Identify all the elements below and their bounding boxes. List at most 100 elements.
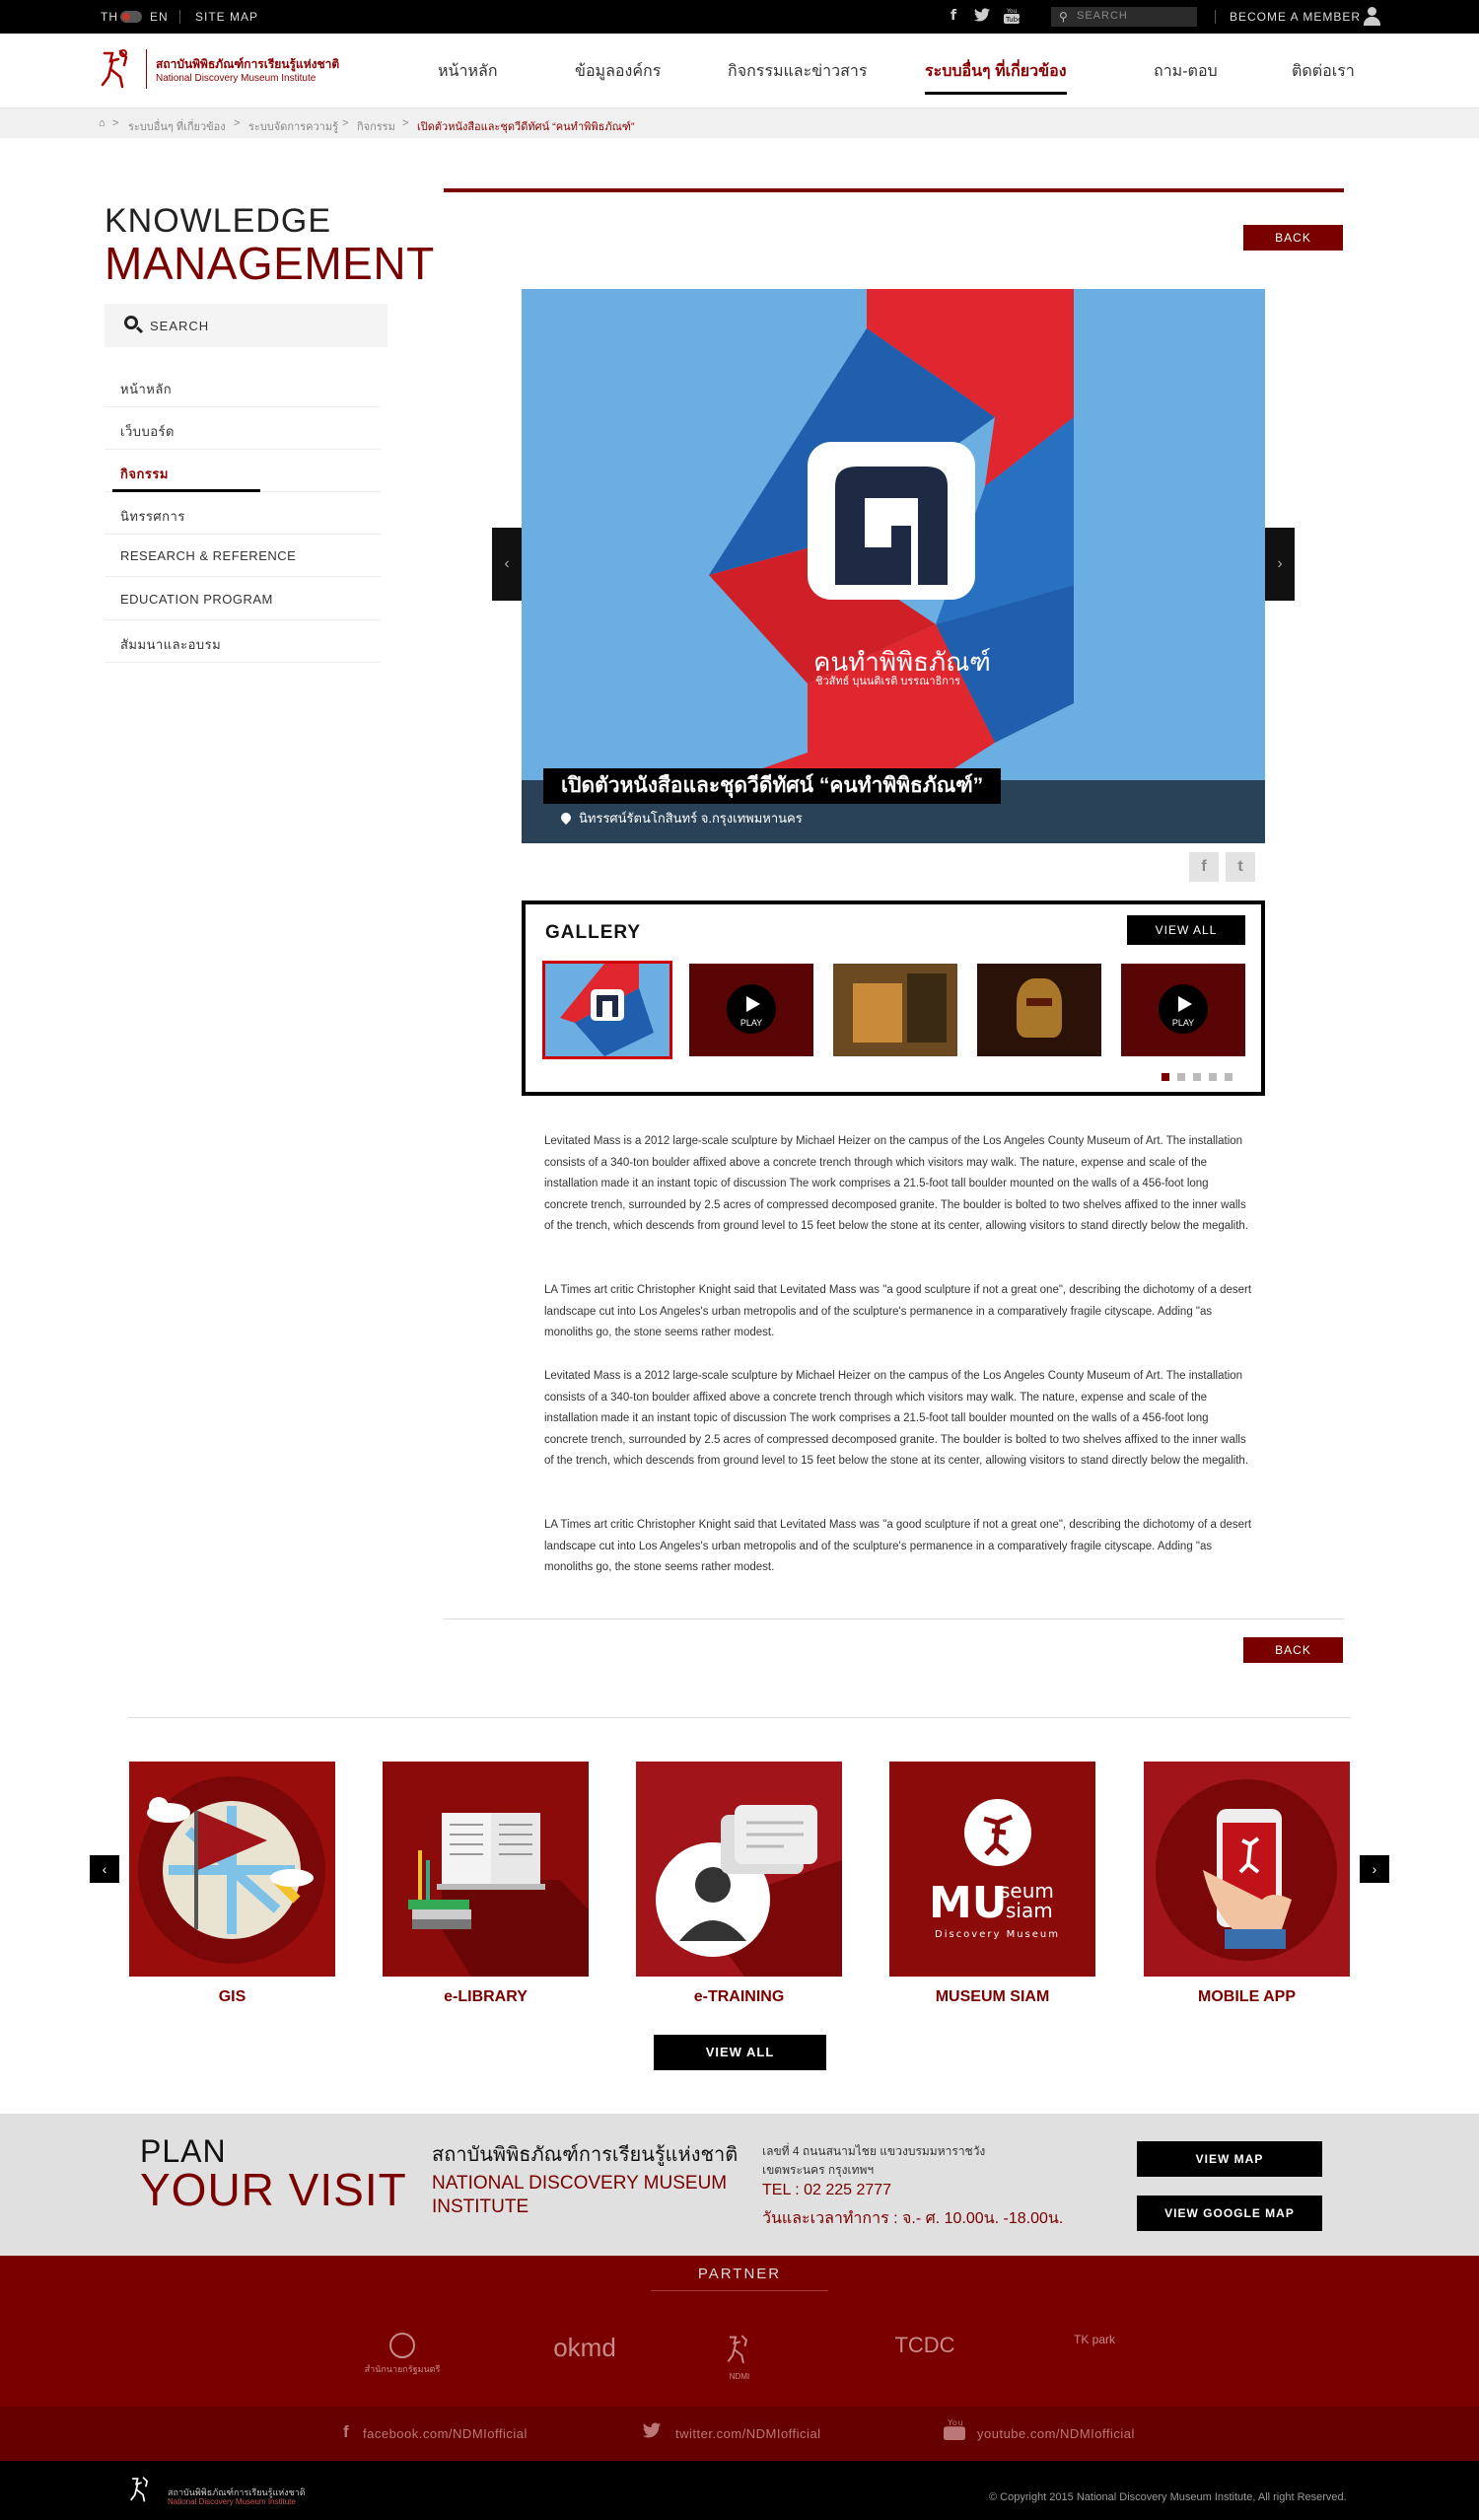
hero-location: นิทรรศน์รัตนโกสินทร์ จ.กรุงเทพมหานคร <box>558 808 803 828</box>
search-icon <box>124 316 138 329</box>
gallery-video-thumb[interactable]: PLAY <box>689 964 813 1056</box>
view-map-button[interactable]: VIEW MAP <box>1137 2141 1322 2177</box>
youtube-icon[interactable]: TubeYou <box>1004 8 1021 28</box>
services-prev-arrow[interactable]: ‹ <box>90 1855 119 1883</box>
twitter-icon[interactable] <box>974 8 990 26</box>
language-toggle[interactable] <box>120 11 142 23</box>
gallery-view-all-button[interactable]: VIEW ALL <box>1127 915 1245 945</box>
section-divider <box>128 1717 1351 1718</box>
footer-org-en: National Discovery Museum Institute <box>168 2497 296 2506</box>
hero-image[interactable]: คนทำพิพิธภัณฑ์ ชิวสัทธ์ บุนนติเรติ บรรณา… <box>522 289 1265 843</box>
youtube-link[interactable]: youtube.com/NDMIofficial <box>977 2426 1135 2441</box>
svg-text:siam: siam <box>1006 1899 1053 1922</box>
sidebar-item-home[interactable]: หน้าหลัก <box>105 365 381 407</box>
top-search-input[interactable]: ⚲ SEARCH <box>1051 7 1197 27</box>
gallery-dot[interactable] <box>1193 1073 1201 1081</box>
services-view-all-button[interactable]: VIEW ALL <box>654 2035 826 2070</box>
footer-logo-icon[interactable] <box>128 2474 154 2505</box>
nav-contact[interactable]: ติดต่อเรา <box>1292 59 1355 84</box>
sidebar-title-management: MANAGEMENT <box>105 238 435 289</box>
museum-siam-logo-icon: MU seum siam Discovery Museum <box>929 1799 1058 1940</box>
share-facebook-icon[interactable]: f <box>1189 852 1219 882</box>
hero-next-arrow[interactable]: › <box>1265 528 1295 601</box>
breadcrumb-item[interactable]: ระบบอื่นๆ ที่เกี่ยวข้อง <box>128 117 226 135</box>
nav-home[interactable]: หน้าหลัก <box>438 59 498 84</box>
hero-prev-arrow[interactable]: ‹ <box>492 528 522 601</box>
service-museum-siam-tile[interactable]: MU seum siam Discovery Museum <box>889 1762 1095 1977</box>
service-label-museum-siam[interactable]: MUSEUM SIAM <box>889 1988 1095 2006</box>
lang-th[interactable]: TH <box>101 10 118 24</box>
sidebar-item-research[interactable]: RESEARCH & REFERENCE <box>105 535 381 577</box>
sidebar-search-input[interactable]: SEARCH <box>105 304 387 347</box>
ndmi-logo-icon[interactable] <box>99 47 136 91</box>
facebook-icon[interactable]: f <box>343 2422 349 2442</box>
article-paragraph: LA Times art critic Christopher Knight s… <box>544 1284 1252 1339</box>
back-button[interactable]: BACK <box>1243 225 1343 251</box>
gallery-dot[interactable] <box>1177 1073 1185 1081</box>
partner-logo-tcdc[interactable]: TCDC <box>876 2333 974 2358</box>
sitemap-link[interactable]: SITE MAP <box>195 10 258 24</box>
gallery-dot[interactable] <box>1162 1073 1169 1081</box>
service-mobile-app-tile[interactable] <box>1144 1762 1350 1977</box>
service-gis-tile[interactable] <box>129 1762 335 1977</box>
gallery-dot[interactable] <box>1225 1073 1232 1081</box>
home-icon[interactable]: ⌂ <box>99 117 106 129</box>
sidebar-item-education[interactable]: EDUCATION PROGRAM <box>105 578 381 620</box>
play-button[interactable]: PLAY <box>1159 984 1208 1034</box>
logo-title-en[interactable]: National Discovery Museum Institute <box>156 73 316 84</box>
nav-organization[interactable]: ข้อมูลองค์กร <box>575 59 661 84</box>
twitter-icon[interactable] <box>642 2422 662 2441</box>
service-etraining-tile[interactable] <box>636 1762 842 1977</box>
gallery-video-thumb[interactable]: PLAY <box>1121 964 1245 1056</box>
view-google-map-button[interactable]: VIEW GOOGLE MAP <box>1137 2196 1322 2231</box>
gallery-panel: GALLERY VIEW ALL PLAY PLAY <box>522 900 1265 1096</box>
service-elibrary-tile[interactable] <box>383 1762 589 1977</box>
partner-logo-ndmi[interactable]: NDMI <box>716 2333 763 2381</box>
top-bar: TH EN SITE MAP f TubeYou ⚲ SEARCH BECOME… <box>0 0 1479 34</box>
hero-art-subtitle: ชิวสัทธ์ บุนนติเรติ บรรณาธิการ <box>815 676 961 687</box>
nav-faq[interactable]: ถาม-ตอบ <box>1154 59 1218 84</box>
sidebar-item-webboard[interactable]: เว็บบอร์ด <box>105 407 381 450</box>
address-line: เขตพระนคร กรุงเทพฯ <box>762 2163 875 2177</box>
facebook-icon[interactable]: f <box>951 8 956 24</box>
gallery-dot[interactable] <box>1209 1073 1217 1081</box>
twitter-link[interactable]: twitter.com/NDMIofficial <box>675 2426 821 2441</box>
nav-activities-news[interactable]: กิจกรรมและข่าวสาร <box>728 59 867 84</box>
share-twitter-icon[interactable]: t <box>1226 852 1255 882</box>
user-icon[interactable] <box>1363 6 1380 26</box>
partner-logo-pm-office[interactable]: สำนักนายกรัฐมนตรี <box>363 2333 442 2376</box>
service-label-elibrary[interactable]: e-LIBRARY <box>383 1988 589 2006</box>
divider <box>179 10 180 24</box>
partner-logo-tkpark[interactable]: TK park <box>1065 2333 1124 2346</box>
breadcrumb-item[interactable]: ระบบจัดการความรู้ <box>248 117 338 135</box>
main-header: สถาบันพิพิธภัณฑ์การเรียนรู้แห่งชาติ Nati… <box>0 34 1479 108</box>
gallery-thumb[interactable] <box>977 964 1101 1056</box>
youtube-icon[interactable]: You <box>944 2417 965 2443</box>
facebook-link[interactable]: facebook.com/NDMIofficial <box>363 2426 528 2441</box>
breadcrumb-item[interactable]: กิจกรรม <box>357 117 395 135</box>
service-label-mobile-app[interactable]: MOBILE APP <box>1144 1988 1350 2006</box>
article-paragraph: Levitated Mass is a 2012 large-scale scu… <box>544 1370 1249 1468</box>
content-top-rule <box>444 188 1344 192</box>
nav-related-systems[interactable]: ระบบอื่นๆ ที่เกี่ยวข้อง <box>925 59 1067 95</box>
back-button-bottom[interactable]: BACK <box>1243 1637 1343 1663</box>
hero-caption-title: เปิดตัวหนังสือและชุดวีดีทัศน์ “คนทำพิพิธ… <box>543 768 1002 804</box>
gallery-thumb[interactable] <box>833 964 957 1056</box>
become-member-link[interactable]: BECOME A MEMBER <box>1230 10 1361 24</box>
sidebar-item-activities[interactable]: กิจกรรม <box>105 450 381 492</box>
lang-en[interactable]: EN <box>150 10 169 24</box>
sidebar-item-exhibitions[interactable]: นิทรรศการ <box>105 492 381 535</box>
service-label-gis[interactable]: GIS <box>129 1988 335 2006</box>
partner-logo-okmd[interactable]: okmd <box>540 2333 629 2363</box>
gallery-thumb[interactable] <box>542 961 672 1059</box>
service-label-etraining[interactable]: e-TRAINING <box>636 1988 842 2006</box>
play-button[interactable]: PLAY <box>727 984 776 1034</box>
partner-title: PARTNER <box>651 2266 828 2291</box>
services-next-arrow[interactable]: › <box>1360 1855 1389 1883</box>
phone-number[interactable]: TEL : 02 225 2777 <box>762 2182 891 2199</box>
sidebar-item-seminar[interactable]: สัมมนาและอบรม <box>105 620 381 663</box>
article-paragraph: LA Times art critic Christopher Knight s… <box>544 1519 1252 1574</box>
books-icon <box>408 1813 589 1977</box>
logo-title-th[interactable]: สถาบันพิพิธภัณฑ์การเรียนรู้แห่งชาติ <box>156 55 339 74</box>
plan-org-en: NATIONAL DISCOVERY MUSEUM INSTITUTE <box>432 2173 728 2217</box>
